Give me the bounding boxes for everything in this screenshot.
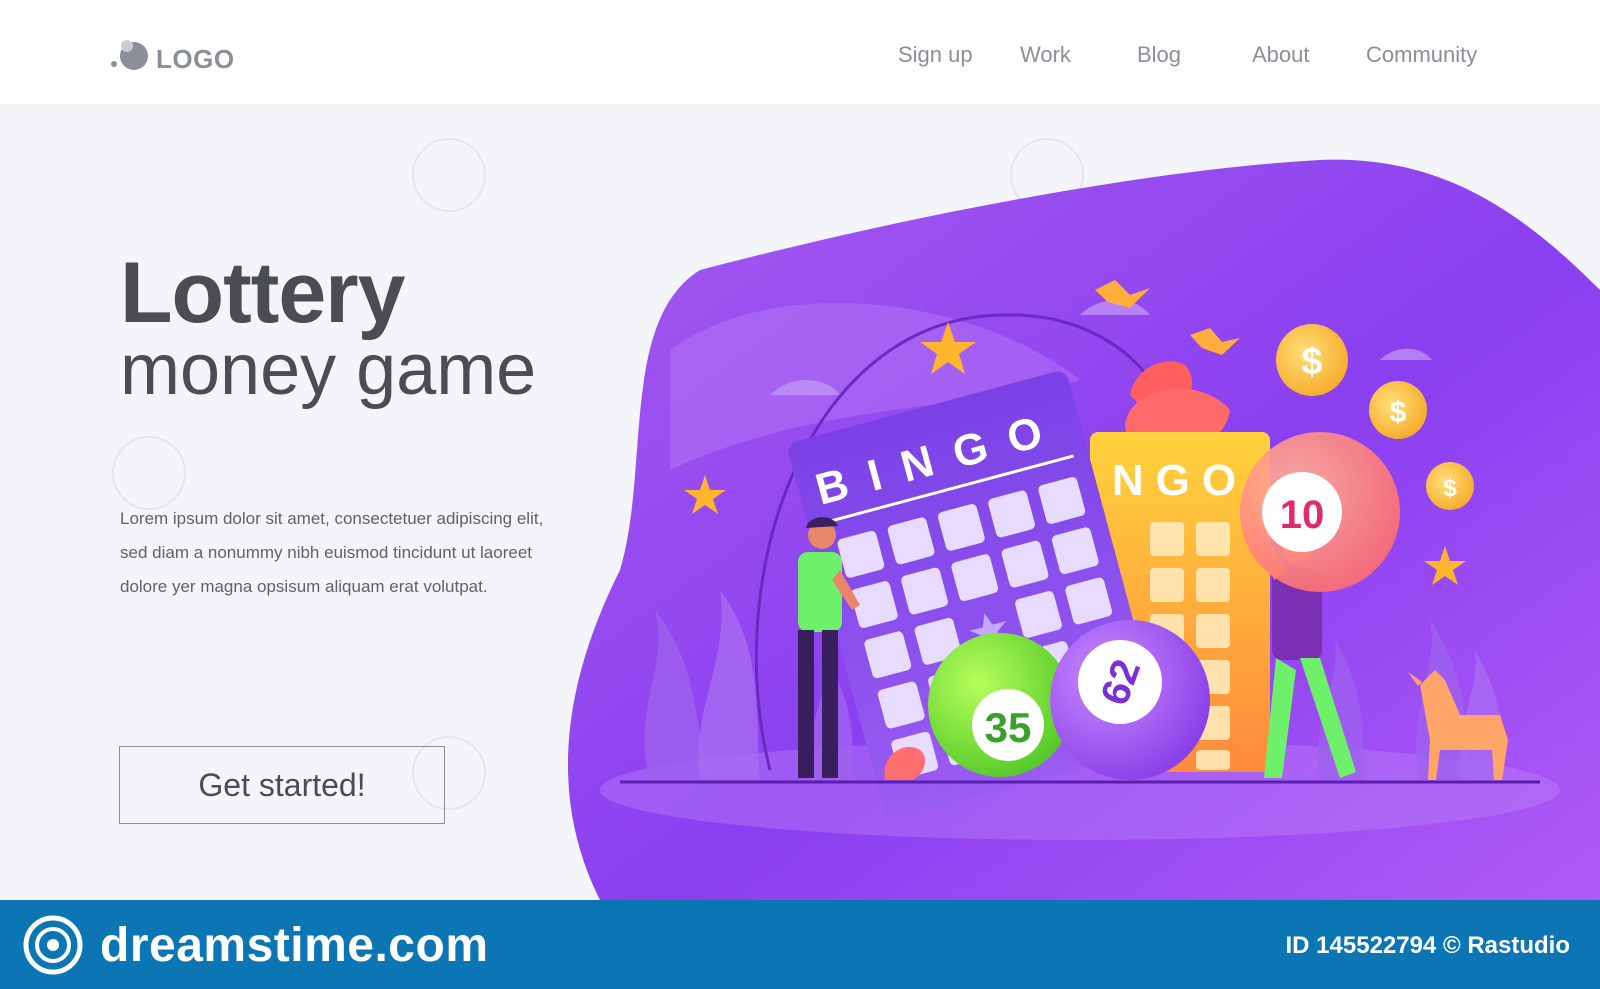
hero-description: Lorem ipsum dolor sit amet, consectetuer… bbox=[120, 509, 544, 596]
logo[interactable]: LOGO bbox=[110, 34, 235, 74]
coin-icon: $ bbox=[1276, 324, 1348, 396]
image-id-text: ID 145522794 © Rastudio bbox=[1285, 932, 1570, 959]
svg-text:$: $ bbox=[1443, 475, 1457, 502]
nav-work[interactable]: Work bbox=[1020, 42, 1071, 68]
nav-blog[interactable]: Blog bbox=[1137, 42, 1181, 68]
nav-about[interactable]: About bbox=[1252, 42, 1310, 68]
nav-community[interactable]: Community bbox=[1366, 42, 1477, 68]
svg-text:$: $ bbox=[1301, 341, 1322, 383]
get-started-button[interactable]: Get started! bbox=[119, 746, 445, 824]
svg-text:NGO: NGO bbox=[1112, 456, 1248, 505]
page-subtitle: money game bbox=[120, 330, 537, 410]
svg-text:35: 35 bbox=[985, 704, 1032, 751]
coin-icon: $ bbox=[1426, 462, 1474, 510]
coin-icon: $ bbox=[1369, 381, 1427, 439]
lottery-ball-62: 62 bbox=[1050, 620, 1210, 780]
svg-text:10: 10 bbox=[1280, 493, 1325, 537]
footer-brand[interactable]: dreamstime.com bbox=[100, 918, 489, 973]
watermark-icon bbox=[412, 138, 486, 212]
nav-signup[interactable]: Sign up bbox=[898, 42, 973, 68]
page-title: Lottery bbox=[120, 245, 405, 341]
logo-text: LOGO bbox=[156, 43, 235, 74]
logo-icon bbox=[110, 34, 152, 74]
header: LOGO Sign up Work Blog About Community bbox=[0, 0, 1600, 104]
lottery-illustration: $ $ $ NGO BINGO 35 62 10 bbox=[560, 150, 1600, 900]
footer-bar: dreamstime.com ID 145522794 © Rastudio bbox=[0, 900, 1600, 989]
svg-text:$: $ bbox=[1390, 396, 1407, 429]
lottery-ball-10: 10 bbox=[1240, 432, 1400, 592]
dreamstime-logo-icon bbox=[22, 914, 84, 976]
watermark-icon bbox=[112, 436, 186, 510]
